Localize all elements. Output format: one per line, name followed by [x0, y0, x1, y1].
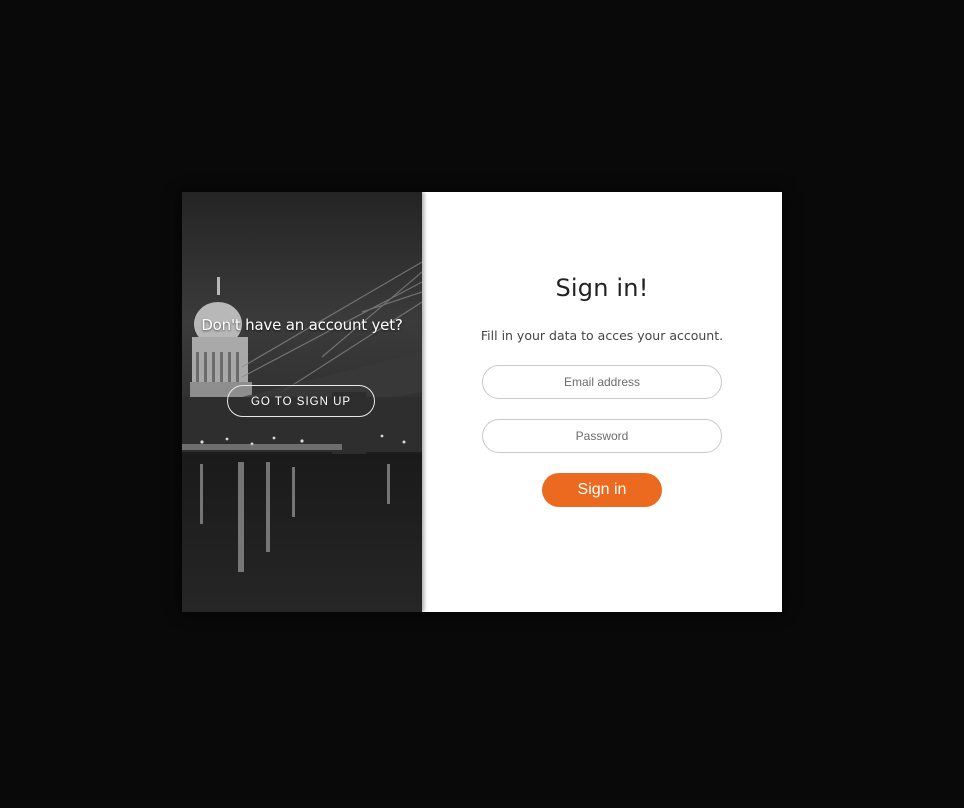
email-field[interactable] [482, 365, 722, 399]
no-account-prompt: Don't have an account yet? [201, 316, 403, 334]
go-to-sign-up-button[interactable]: GO TO SIGN UP [227, 385, 375, 417]
password-field[interactable] [482, 419, 722, 453]
form-subtitle: Fill in your data to acces your account. [480, 328, 724, 343]
sign-in-form: Sign in! Fill in your data to acces your… [422, 192, 782, 612]
form-title: Sign in! [555, 274, 649, 302]
sign-in-modal: Don't have an account yet? GO TO SIGN UP… [182, 192, 782, 612]
sign-in-button[interactable]: Sign in [542, 473, 662, 507]
city-photo-panel: Don't have an account yet? GO TO SIGN UP [182, 192, 422, 612]
